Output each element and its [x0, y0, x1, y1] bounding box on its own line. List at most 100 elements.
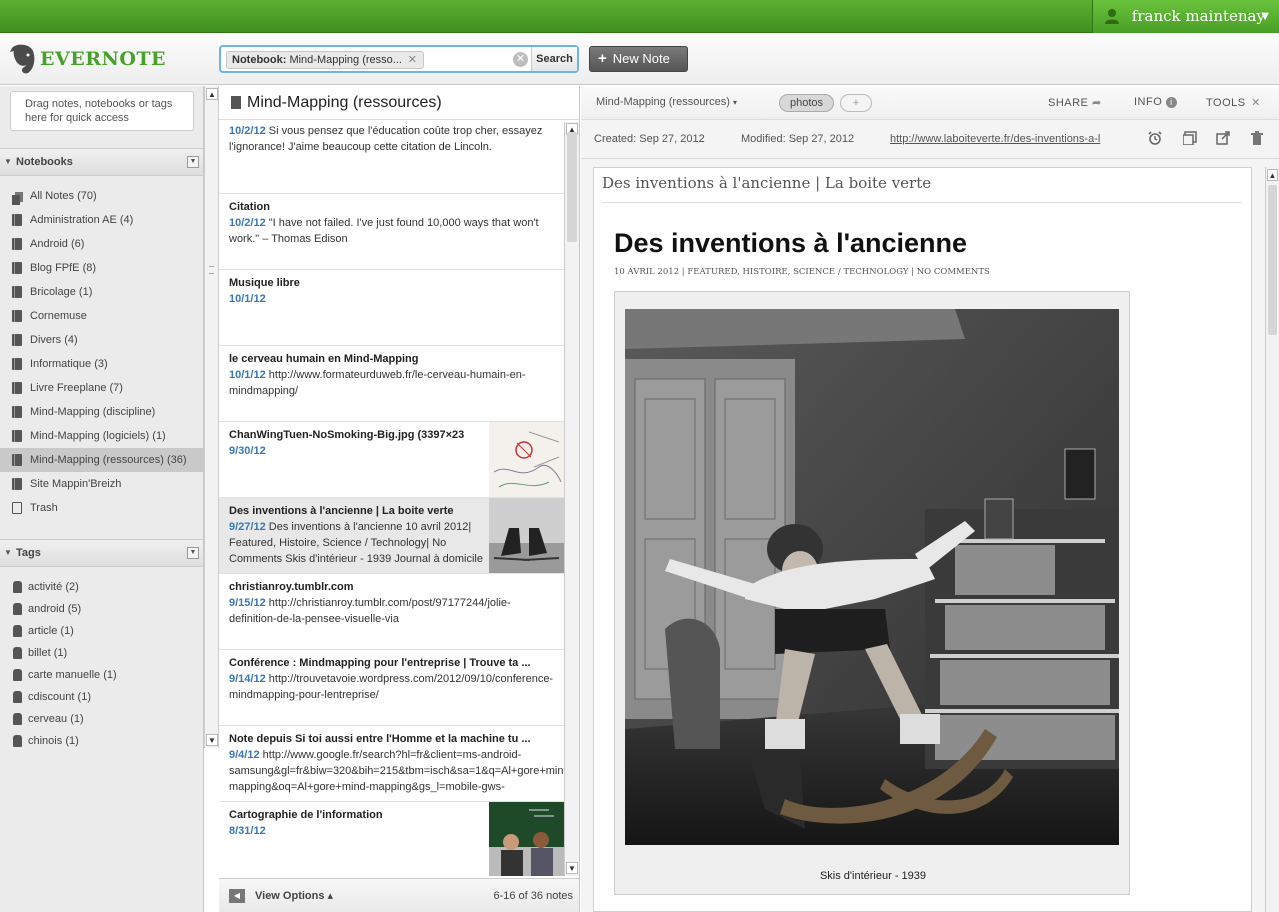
scroll-up-icon[interactable]: ▲ [206, 88, 218, 100]
caret-down-icon: ▼ [1261, 11, 1269, 22]
notebook-item[interactable]: Mind-Mapping (logiciels) (1) [0, 424, 203, 448]
tag-item[interactable]: cerveau (1) [0, 708, 203, 730]
notebook-count: (36) [166, 454, 187, 466]
notebook-label: Mind-Mapping (discipline) [30, 406, 156, 418]
tag-item[interactable]: cdiscount (1) [0, 686, 203, 708]
notebook-item[interactable]: Divers (4) [0, 328, 203, 352]
notebook-item[interactable]: Administration AE (4) [0, 208, 203, 232]
open-external-icon[interactable] [1216, 131, 1230, 145]
note-pane: Mind-Mapping (ressources) ▾ photos + SHA… [581, 86, 1279, 912]
logo[interactable]: EVERNOTE [8, 41, 166, 77]
scroll-down-icon[interactable]: ▼ [566, 862, 578, 874]
notebook-item[interactable]: Blog FPfE (8) [0, 256, 203, 280]
note-scrollbar[interactable]: ▲ [1265, 167, 1279, 912]
tag-label: activité [28, 581, 63, 593]
note-list-item[interactable]: Conférence : Mindmapping pour l'entrepri… [219, 650, 564, 726]
scroll-up-icon[interactable]: ▲ [1267, 169, 1278, 181]
sidebar-scrollbar[interactable]: ▲ ▼ [204, 86, 219, 748]
notebook-item[interactable]: Android (6) [0, 232, 203, 256]
reminder-alarm-icon[interactable] [1148, 131, 1162, 145]
search-filter-chip[interactable]: Notebook: Mind-Mapping (resso... ✕ [226, 51, 424, 69]
notebook-item[interactable]: Bricolage (1) [0, 280, 203, 304]
search-button[interactable]: Search [531, 47, 577, 71]
notebooks-header[interactable]: ▼ Notebooks ▼ [0, 148, 203, 176]
article-title: Des inventions à l'ancienne [614, 228, 968, 258]
clear-search-icon[interactable]: ✕ [513, 52, 528, 67]
scroll-thumb[interactable] [567, 132, 577, 242]
notebook-item[interactable]: Cornemuse [0, 304, 203, 328]
shortcuts-dropzone[interactable]: Drag notes, notebooks or tags here for q… [10, 91, 194, 131]
notebook-icon [12, 430, 22, 442]
remove-filter-icon[interactable]: ✕ [408, 52, 417, 68]
tags-header[interactable]: ▼ Tags ▼ [0, 539, 203, 567]
tag-item[interactable]: activité (2) [0, 576, 203, 598]
note-list-item[interactable]: christianroy.tumblr.com 9/15/12 http://ch… [219, 574, 564, 650]
user-menu[interactable]: franck maintenay ▼ [1092, 0, 1279, 33]
note-list-item[interactable]: Des inventions à l'ancienne | La boite v… [219, 498, 564, 574]
notebook-item[interactable]: Site Mappin'Breizh [0, 472, 203, 496]
note-item-date: 10/1/12 [229, 369, 266, 381]
tag-item[interactable]: carte manuelle (1) [0, 664, 203, 686]
tag-item[interactable]: android (5) [0, 598, 203, 620]
collapse-list-icon[interactable]: ◀ [229, 889, 245, 903]
note-item-date: 10/2/12 [229, 217, 266, 229]
note-content[interactable]: Des inventions à l'ancienne | La boite v… [593, 167, 1252, 912]
note-list-item[interactable]: Cartographie de l'information 8/31/12 [219, 802, 564, 876]
skier-photo-image [625, 309, 1119, 845]
tag-item[interactable]: billet (1) [0, 642, 203, 664]
note-title[interactable]: Des inventions à l'ancienne | La boite v… [602, 174, 931, 192]
tag-icon [13, 625, 22, 637]
add-tag-button[interactable]: + [840, 94, 872, 112]
search-box[interactable]: Notebook: Mind-Mapping (resso... ✕ ✕ Sea… [219, 45, 579, 73]
trash-icon[interactable] [1250, 131, 1264, 145]
note-list-item[interactable]: le cerveau humain en Mind-Mapping 10/1/12… [219, 346, 564, 422]
share-label: SHARE [1048, 97, 1089, 109]
note-item-title: Des inventions à l'ancienne | La boite v… [229, 505, 454, 517]
elephant-icon [10, 44, 35, 74]
close-icon[interactable]: ✕ [1251, 97, 1261, 109]
tag-icon [13, 713, 22, 725]
presentation-icon[interactable] [1183, 131, 1197, 145]
info-button[interactable]: INFO i [1134, 96, 1177, 108]
note-list-item[interactable]: Citation 10/2/12 "I have not failed. I've… [219, 194, 564, 270]
tag-item[interactable]: article (1) [0, 620, 203, 642]
source-url-link[interactable]: http://www.laboiteverte.fr/des-invention… [890, 133, 1125, 145]
tag-item[interactable]: chinois (1) [0, 730, 203, 752]
note-notebook-selector[interactable]: Mind-Mapping (ressources) ▾ [596, 96, 737, 108]
tag-label: chinois [28, 735, 63, 747]
note-item-date: 10/2/12 [229, 125, 266, 137]
note-list-scrollbar[interactable]: ▲ ▼ [564, 122, 579, 876]
note-list-item[interactable]: ChanWingTuen-NoSmoking-Big.jpg (3397×23 9… [219, 422, 564, 498]
note-list-item[interactable]: Musique libre 10/1/12 [219, 270, 564, 346]
modified-date[interactable]: Modified: Sep 27, 2012 [741, 133, 854, 145]
resize-grip-icon[interactable] [209, 266, 214, 274]
note-item-snippet: http://trouvetavoie.wordpress.com/2012/0… [229, 673, 554, 701]
scroll-down-icon[interactable]: ▼ [206, 734, 218, 746]
note-item-title: Cartographie de l'information [229, 809, 383, 821]
notebooks-header-label: Notebooks [16, 156, 73, 168]
notebook-item[interactable]: Livre Freeplane (7) [0, 376, 203, 400]
notebook-item[interactable]: All Notes (70) [0, 184, 203, 208]
notebook-item[interactable]: Informatique (3) [0, 352, 203, 376]
view-options-button[interactable]: View Options ▴ [255, 879, 333, 912]
tools-button[interactable]: TOOLS ✕ [1206, 96, 1261, 109]
notebook-item[interactable]: Mind-Mapping (ressources) (36) [0, 448, 203, 472]
note-thumbnail [489, 422, 564, 497]
notebooks-menu-icon[interactable]: ▼ [187, 156, 199, 168]
share-button[interactable]: SHARE ➦ [1048, 96, 1102, 109]
notebook-label: Mind-Mapping (logiciels) [30, 430, 150, 442]
tag-count: (5) [67, 603, 82, 615]
scroll-thumb[interactable] [1268, 185, 1277, 335]
tags-menu-icon[interactable]: ▼ [187, 547, 199, 559]
trash-icon [12, 502, 22, 514]
note-list-item[interactable]: Note depuis Si toi aussi entre l'Homme e… [219, 726, 564, 802]
notebook-count: (4) [64, 334, 78, 346]
notebook-item[interactable]: Trash [0, 496, 203, 520]
tag-chip[interactable]: photos [779, 94, 835, 112]
note-toolbar: Mind-Mapping (ressources) ▾ photos + SHA… [581, 86, 1279, 120]
new-note-button[interactable]: + New Note [589, 46, 688, 72]
note-list-item[interactable]: 10/2/12 Si vous pensez que l'éducation c… [219, 122, 564, 194]
notebook-item[interactable]: Mind-Mapping (discipline) [0, 400, 203, 424]
note-item-snippet: Des inventions à l'ancienne 10 avril 201… [229, 521, 483, 565]
tag-label: billet [28, 647, 51, 659]
